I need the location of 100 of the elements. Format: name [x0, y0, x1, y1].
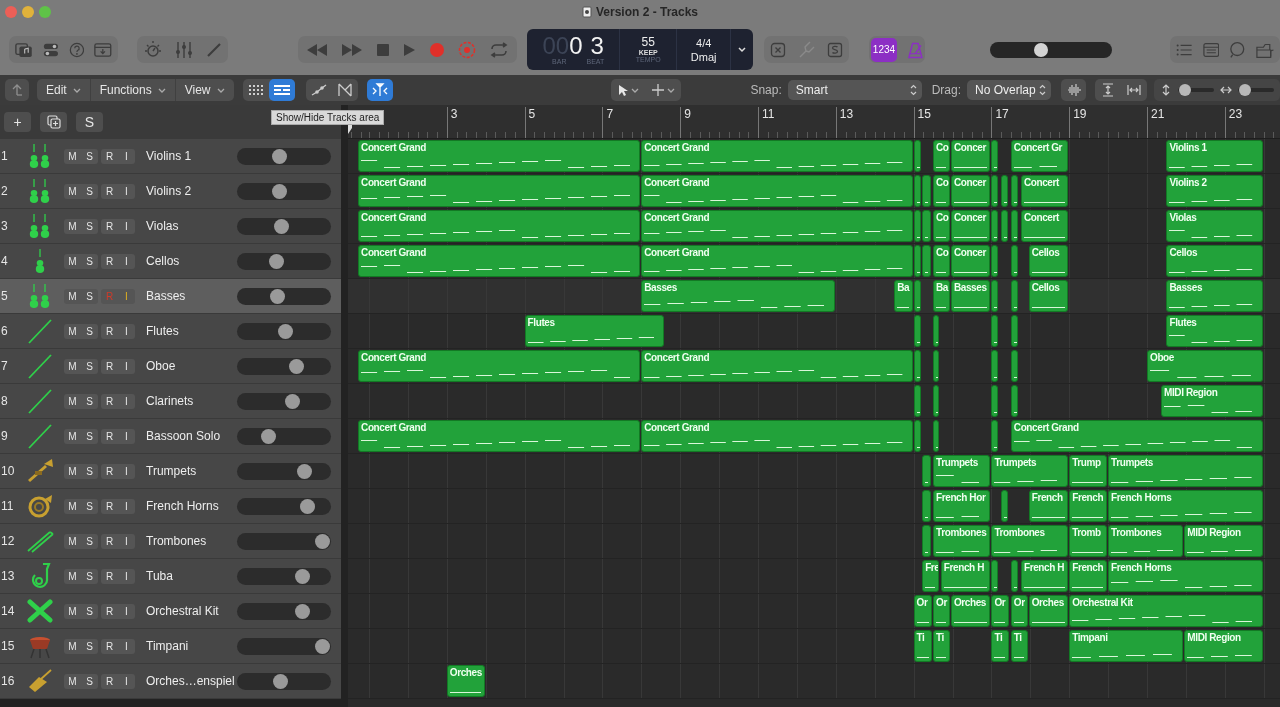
library-icon[interactable]: [15, 40, 33, 59]
volume-slider[interactable]: [237, 427, 331, 445]
midi-region[interactable]: Concert Grand: [641, 140, 913, 172]
midi-region[interactable]: [913, 385, 922, 417]
midi-region[interactable]: Basses: [950, 280, 991, 312]
midi-region[interactable]: MIDI Region: [1161, 385, 1263, 417]
input-monitor-button[interactable]: I: [118, 498, 135, 514]
midi-region[interactable]: [1010, 210, 1018, 242]
menu-button[interactable]: View: [175, 79, 234, 101]
mute-button[interactable]: M: [64, 673, 81, 689]
track-header[interactable]: 7 M S R I Oboe: [0, 349, 341, 384]
midi-region[interactable]: French: [1069, 490, 1108, 522]
slider-knob[interactable]: [1179, 84, 1192, 96]
record-enable-button[interactable]: R: [101, 428, 118, 444]
midi-region[interactable]: MIDI Region: [1184, 525, 1263, 557]
solo-button[interactable]: S: [81, 673, 98, 689]
midi-region[interactable]: [1010, 560, 1018, 592]
midi-region[interactable]: Co: [933, 175, 950, 207]
midi-region[interactable]: Orches: [446, 665, 485, 697]
count-in-button[interactable]: 1234: [871, 37, 897, 62]
stop-icon[interactable]: [375, 42, 390, 57]
s-box-icon[interactable]: [827, 41, 844, 58]
view-button[interactable]: [268, 79, 295, 101]
mute-button[interactable]: M: [64, 638, 81, 654]
midi-region[interactable]: [991, 175, 999, 207]
record-enable-button[interactable]: R: [101, 358, 118, 374]
midi-region[interactable]: French H: [940, 560, 991, 592]
midi-region[interactable]: [922, 490, 931, 522]
midi-region[interactable]: Concert Grand: [358, 245, 641, 277]
input-monitor-button[interactable]: I: [118, 358, 135, 374]
midi-region[interactable]: Ti: [933, 630, 950, 662]
slider-knob[interactable]: [271, 148, 287, 164]
track-header[interactable]: 8 M S R I Clarinets: [0, 384, 341, 419]
midi-region[interactable]: [1010, 245, 1018, 277]
fast-forward-icon[interactable]: [340, 42, 363, 57]
input-monitor-button[interactable]: I: [118, 463, 135, 479]
play-icon[interactable]: [402, 42, 417, 57]
help-icon[interactable]: [68, 40, 85, 59]
volume-slider[interactable]: [237, 672, 331, 690]
solo-button[interactable]: S: [81, 148, 98, 164]
midi-region[interactable]: Concert Grand: [641, 175, 913, 207]
input-monitor-button[interactable]: I: [118, 323, 135, 339]
midi-region[interactable]: MIDI Region: [1184, 630, 1263, 662]
volume-slider[interactable]: [237, 497, 331, 515]
volume-slider[interactable]: [237, 252, 331, 270]
midi-region[interactable]: Ti: [913, 630, 933, 662]
record-enable-button[interactable]: R: [101, 183, 118, 199]
slider-knob[interactable]: [294, 568, 310, 584]
solo-button[interactable]: S: [81, 358, 98, 374]
x-box-icon[interactable]: [769, 41, 786, 58]
midi-region[interactable]: Violins 2: [1166, 175, 1263, 207]
midi-region[interactable]: French: [1028, 490, 1069, 522]
midi-region[interactable]: [933, 350, 940, 382]
slider-knob[interactable]: [1239, 84, 1252, 96]
input-monitor-button[interactable]: I: [118, 638, 135, 654]
track-header[interactable]: 10 M S R I Trumpets: [0, 454, 341, 489]
midi-region[interactable]: Ti: [991, 630, 1010, 662]
track-header[interactable]: 3 M S R I Violas: [0, 209, 341, 244]
download-tray-icon[interactable]: [94, 41, 112, 58]
midi-region[interactable]: French Hor: [933, 490, 991, 522]
input-monitor-button[interactable]: I: [118, 603, 135, 619]
midi-region[interactable]: Timpani: [1069, 630, 1184, 662]
midi-region[interactable]: Concert Grand: [1010, 420, 1263, 452]
slider-knob[interactable]: [269, 288, 285, 304]
midi-region[interactable]: [922, 245, 931, 277]
midi-region[interactable]: Concer: [950, 210, 991, 242]
midi-region[interactable]: Concer: [950, 245, 991, 277]
midi-region[interactable]: [933, 315, 940, 347]
mute-button[interactable]: M: [64, 463, 81, 479]
midi-region[interactable]: [991, 280, 999, 312]
slider-knob[interactable]: [271, 183, 287, 199]
midi-region[interactable]: Trump: [1069, 455, 1108, 487]
input-monitor-button[interactable]: I: [118, 288, 135, 304]
mute-button[interactable]: M: [64, 568, 81, 584]
track-header[interactable]: 13 M S R I Tuba: [0, 559, 341, 594]
loop-icon[interactable]: [1229, 40, 1246, 59]
midi-region[interactable]: [1010, 385, 1018, 417]
track-header[interactable]: 5 M S R I Basses: [0, 279, 341, 314]
midi-region[interactable]: Concert Grand: [358, 140, 641, 172]
mute-button[interactable]: M: [64, 358, 81, 374]
slider-knob[interactable]: [294, 603, 310, 619]
mute-button[interactable]: M: [64, 498, 81, 514]
drag-dropdown[interactable]: No Overlap: [967, 80, 1051, 100]
pencil-icon[interactable]: [205, 41, 222, 58]
slider-knob[interactable]: [315, 533, 331, 549]
solo-button[interactable]: S: [81, 568, 98, 584]
track-header[interactable]: 11 M S R I French Horns: [0, 489, 341, 524]
midi-region[interactable]: Concert: [1020, 175, 1069, 207]
menu-button[interactable]: Edit: [37, 79, 91, 101]
record-enable-button[interactable]: R: [101, 498, 118, 514]
solo-button[interactable]: S: [81, 428, 98, 444]
midi-region[interactable]: Trombones: [1108, 525, 1184, 557]
midi-region[interactable]: [913, 140, 922, 172]
record-enable-button[interactable]: R: [101, 603, 118, 619]
midi-region[interactable]: Trumpets: [1108, 455, 1263, 487]
volume-slider[interactable]: [237, 462, 331, 480]
midi-region[interactable]: Concert Grand: [358, 350, 641, 382]
track-header[interactable]: 15 M S R I Timpani: [0, 629, 341, 664]
mute-button[interactable]: M: [64, 603, 81, 619]
midi-region[interactable]: [1000, 490, 1008, 522]
